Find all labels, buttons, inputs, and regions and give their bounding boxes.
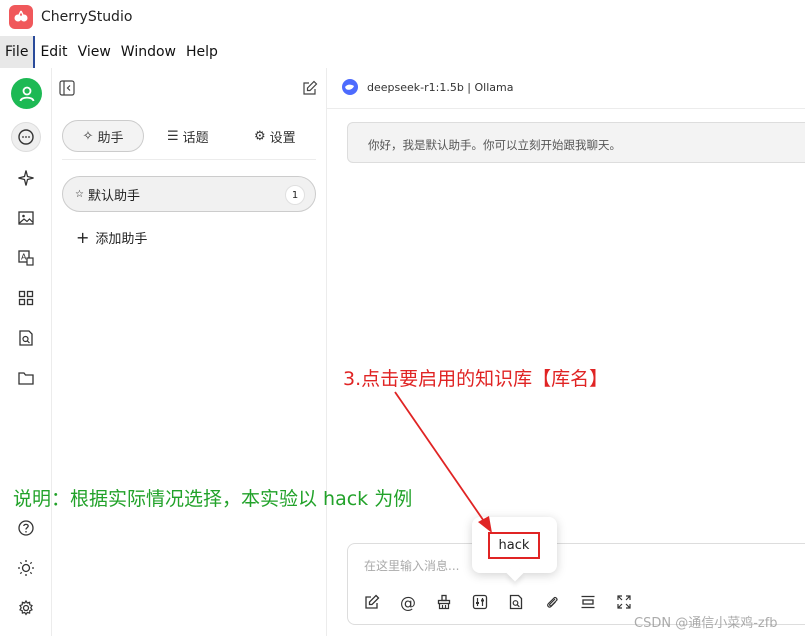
topic-count-badge: 1	[285, 185, 305, 205]
menu-view[interactable]: View	[73, 36, 116, 68]
attachment-tool[interactable]	[542, 592, 562, 612]
edit-icon	[303, 80, 318, 95]
broom-icon	[437, 594, 451, 610]
svg-text:A: A	[21, 253, 27, 262]
file-search-icon	[19, 330, 33, 346]
add-assistant-label: 添加助手	[95, 232, 148, 247]
sliders-icon	[472, 594, 488, 610]
annotation-red: 3.点击要启用的知识库【库名】	[343, 368, 609, 390]
theme-nav-button[interactable]	[11, 553, 41, 583]
watermark: CSDN @通信小菜鸡-zfb	[634, 616, 778, 631]
paperclip-icon	[547, 596, 558, 608]
knowledge-base-tool[interactable]	[506, 592, 526, 612]
clear-tool[interactable]	[434, 592, 454, 612]
new-topic-button[interactable]	[302, 80, 318, 100]
file-search-icon	[509, 594, 523, 610]
at-icon: @	[400, 592, 416, 612]
deepseek-logo-icon	[342, 79, 358, 95]
avatar[interactable]	[11, 78, 42, 109]
chat-icon	[18, 129, 34, 145]
tab-assistants[interactable]: ✧ 助手	[62, 120, 144, 152]
sun-icon	[18, 560, 34, 576]
sparkle-icon: ✧	[82, 128, 94, 144]
settings-tool[interactable]	[470, 592, 490, 612]
input-toolbar: @	[362, 592, 634, 612]
collapse-tool[interactable]	[578, 592, 598, 612]
user-icon	[19, 86, 34, 101]
tab-label: 话题	[182, 130, 209, 146]
paintings-nav-button[interactable]	[11, 203, 41, 233]
title-bar: CherryStudio	[0, 0, 805, 36]
expand-icon	[617, 595, 631, 609]
files-nav-button[interactable]	[11, 363, 41, 393]
knowledge-nav-button[interactable]	[11, 323, 41, 353]
annotation-green: 说明：根据实际情况选择，本实验以 hack 为例	[13, 488, 413, 510]
app-logo-icon	[9, 5, 33, 29]
grid-icon	[18, 290, 34, 306]
new-topic-tool[interactable]	[362, 592, 382, 612]
tab-topics[interactable]: ☰ 话题	[167, 120, 209, 152]
toggle-sidebar-button[interactable]	[59, 80, 75, 100]
expand-tool[interactable]	[614, 592, 634, 612]
knowledge-base-popup: hack	[472, 517, 557, 573]
folder-icon	[18, 372, 34, 385]
sidebar-collapse-icon	[59, 80, 75, 96]
menu-help[interactable]: Help	[181, 36, 223, 68]
star-icon: ☆	[75, 188, 84, 200]
assistant-item-default[interactable]: ☆ 默认助手 1	[62, 176, 316, 212]
header-divider	[327, 108, 805, 109]
message-input[interactable]: 在这里输入消息...	[364, 557, 459, 574]
knowledge-base-item[interactable]: hack	[488, 532, 540, 559]
left-nav-bar: A	[0, 68, 52, 636]
assistant-name: 默认助手	[87, 188, 140, 204]
tab-settings[interactable]: ⚙ 设置	[254, 120, 296, 152]
plus-icon: +	[76, 228, 90, 247]
sidebar-tabs: ✧ 助手 ☰ 话题 ⚙ 设置	[62, 120, 316, 160]
model-label: deepseek-r1:1.5b | Ollama	[367, 80, 514, 94]
tab-label: 助手	[97, 130, 124, 146]
menu-edit[interactable]: Edit	[35, 36, 72, 68]
add-assistant-button[interactable]: + 添加助手	[76, 228, 147, 247]
align-center-icon	[581, 595, 595, 609]
apps-nav-button[interactable]	[11, 283, 41, 313]
translate-icon: A	[18, 250, 34, 266]
menu-window[interactable]: Window	[116, 36, 181, 68]
gear-icon: ⚙	[254, 128, 266, 144]
help-icon	[18, 520, 34, 536]
mention-model-tool[interactable]: @	[398, 592, 418, 612]
agents-nav-button[interactable]	[11, 163, 41, 193]
menu-bar: File Edit View Window Help	[0, 36, 805, 68]
tab-label: 设置	[269, 130, 296, 146]
list-icon: ☰	[167, 128, 179, 144]
edit-icon	[365, 594, 380, 609]
menu-file[interactable]: File	[0, 36, 36, 68]
chat-nav-button[interactable]	[11, 122, 41, 152]
help-nav-button[interactable]	[11, 513, 41, 543]
sparkle-icon	[18, 170, 34, 186]
settings-nav-button[interactable]	[11, 593, 41, 623]
assistant-panel: ✧ 助手 ☰ 话题 ⚙ 设置 ☆ 默认助手 1 + 添加助手	[52, 68, 327, 636]
translate-nav-button[interactable]: A	[11, 243, 41, 273]
image-icon	[18, 211, 34, 225]
gear-icon	[19, 599, 33, 616]
assistant-message: 你好，我是默认助手。你可以立刻开始跟我聊天。	[347, 122, 805, 163]
app-title: CherryStudio	[41, 9, 133, 25]
model-selector[interactable]: deepseek-r1:1.5b | Ollama	[341, 78, 513, 96]
